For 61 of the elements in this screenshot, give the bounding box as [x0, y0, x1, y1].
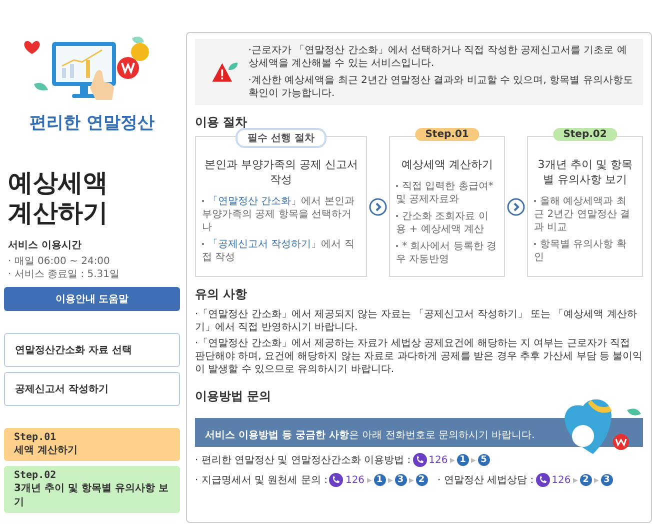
arrow-icon [408, 478, 414, 482]
step-button[interactable]: Step.01 세액 계산하기 [4, 428, 180, 461]
bullet-icon [396, 215, 398, 218]
card-title: 3개년 추이 및 항목별 유의사항 보기 [536, 157, 634, 187]
bullet-icon [534, 200, 536, 202]
caution-text: ·「연말정산 간소화」에서 제공하는 자료가 세법상 공제요건에 해당하는 지 여부는 근로자가 직접 판단해야 하며, 요건에 해당하지 않는 자료로 과다하게 공제를 받은 경우 추후 가산세 부담 등 불이익이 발생할 수 있으므로 유의하시기 바랍니다. [195, 337, 643, 376]
card-text: * 회사에서 등록한 경우 자동반영 [396, 240, 498, 266]
section-heading: 유의 사항 [195, 286, 248, 303]
phone-icon [536, 473, 550, 487]
step-badge: Step.01 [415, 128, 479, 141]
help-button[interactable]: 이용안내 도움말 [4, 287, 180, 311]
logo-caption: 편리한 연말정산 [28, 112, 156, 134]
bullet-icon [534, 243, 536, 246]
key-number: 2 [416, 474, 428, 486]
card-text: 「연말정산 간소화」에서 본인과 부양가족의 공제 항목을 선택하거나 [202, 195, 356, 234]
step-badge: 필수 선행 절차 [236, 128, 327, 148]
service-hours-text: · 서비스 종료일 : 5.31일 [8, 268, 121, 281]
phone-number: 126 [428, 454, 448, 466]
banner-text: 서비스 이용방법 등 궁금한 사항은 아래 전화번호로 문의하시기 바랍니다. [205, 430, 535, 441]
contact-label: · 지급명세서 및 원천세 문의 : [195, 474, 328, 487]
arrow-icon [366, 478, 372, 482]
key-number: 1 [456, 454, 469, 466]
arrow-icon [470, 458, 476, 462]
key-number: 1 [374, 474, 386, 486]
text-link[interactable]: 「공제신고서 작성하기」 [208, 239, 322, 250]
card-text: 간소화 조회자료 이용 + 예상세액 계산 [396, 210, 490, 236]
phone-number: 126 [345, 474, 365, 486]
service-hours-text: · 매일 06:00 ~ 24:00 [8, 255, 111, 268]
key-number: 3 [394, 474, 407, 486]
arrow-icon [594, 478, 599, 482]
phone-number: 126 [552, 474, 571, 486]
phone-icon [412, 453, 427, 467]
arrow-icon [572, 478, 578, 482]
arrow-icon [450, 458, 455, 462]
section-heading: 이용 절차 [195, 114, 248, 131]
card-text: 직접 입력한 총급여* 및 공제자료와 [396, 180, 494, 206]
notice-text: ·계산한 예상세액을 최근 2년간 연말정산 결과와 비교할 수 있으며, 항목별 유의사항도 확인이 가능합니다. [248, 74, 633, 100]
card-text: 「공제신고서 작성하기」에서 직접 작성 [202, 238, 356, 264]
bullet-icon [396, 185, 398, 188]
bullet-icon [396, 245, 398, 248]
notice-text: ·근로자가 「연말정산 간소화」에서 선택하거나 직접 작성한 공제신고서를 기초로 예상세액을 계산해볼 수 있는 서비스입니다. [248, 44, 628, 70]
arrow-icon [388, 478, 393, 482]
step-button[interactable]: Step.02 3개년 추이 및 항목별 유의사항 보기 [4, 466, 180, 513]
key-number: 3 [600, 474, 613, 486]
phone-icon [329, 473, 344, 487]
section-heading: 이용방법 문의 [195, 388, 272, 405]
key-number: 5 [478, 454, 490, 466]
service-hours-label: 서비스 이용시간 [8, 239, 82, 252]
key-number: 2 [580, 474, 592, 486]
card-title: 본인과 부양가족의 공제 신고서 작성 [203, 157, 359, 187]
menu-button[interactable]: 연말정산간소화 자료 선택 [4, 333, 180, 367]
card-title: 예상세액 계산하기 [400, 157, 494, 172]
text-link[interactable]: 「연말정산 간소화」 [208, 196, 302, 207]
contact-label: · 편리한 연말정산 및 연말정산간소화 이용방법 : [195, 454, 411, 467]
card-text: 항목별 유의사항 확인 [534, 238, 628, 264]
contact-label: · 연말정산 세법상담 : [438, 474, 534, 487]
menu-button[interactable]: 공제신고서 작성하기 [4, 372, 180, 406]
caution-text: ·「연말정산 간소화」에서 제공되지 않는 자료는 「공제신고서 작성하기」 또는 「예상세액 계산하기」에서 직접 반영하시기 바랍니다. [195, 308, 638, 334]
card-text: 올해 예상세액과 최근 2년간 연말정산 결과 비교 [534, 195, 631, 234]
page-title: 예상세액 계산하기 [8, 168, 109, 228]
step-badge: Step.02 [553, 128, 617, 141]
